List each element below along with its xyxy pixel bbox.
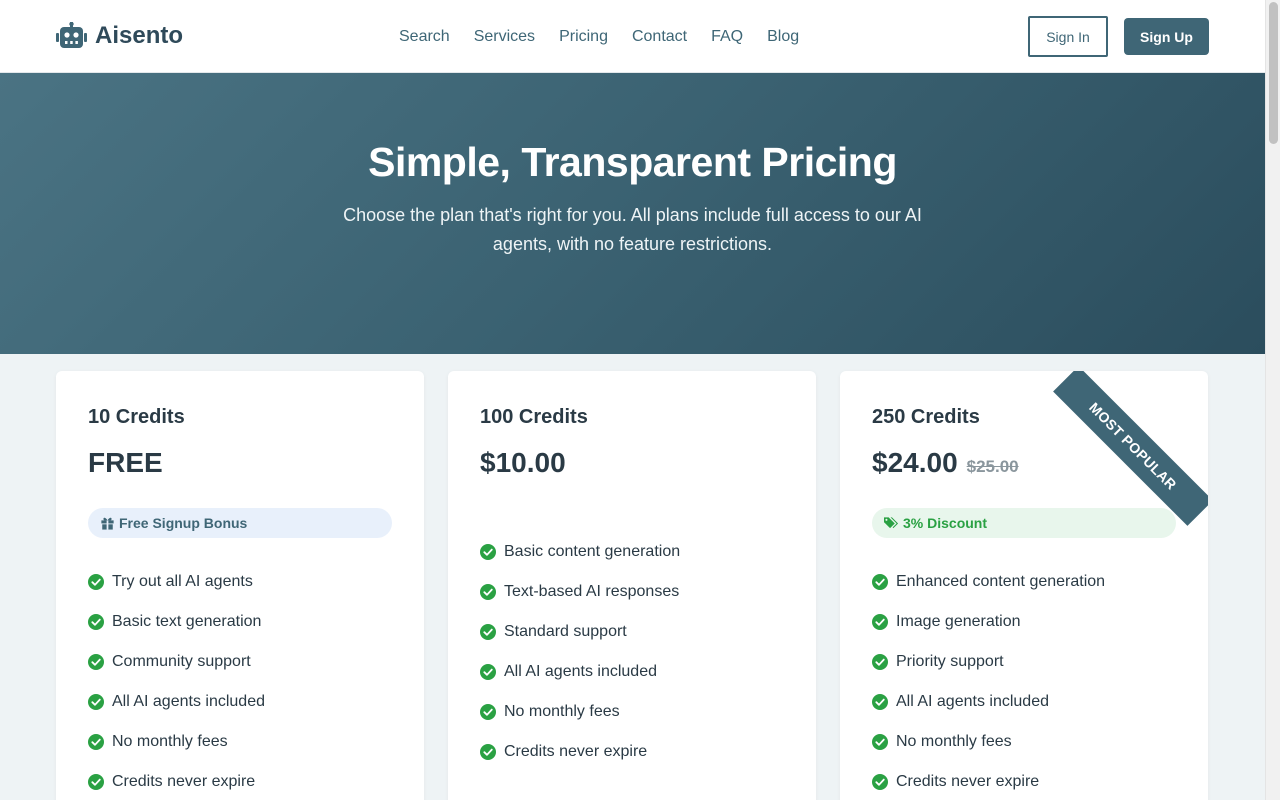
check-circle-icon <box>88 734 104 750</box>
most-popular-ribbon: MOST POPULAR <box>1053 371 1208 526</box>
plan-price: $24.00 $25.00 <box>872 447 1019 479</box>
check-circle-icon <box>88 574 104 590</box>
check-circle-icon <box>480 744 496 760</box>
nav-link-services[interactable]: Services <box>474 26 535 48</box>
feature-text: Enhanced content generation <box>896 573 1106 590</box>
feature-text: No monthly fees <box>504 703 620 720</box>
feature-text: Basic content generation <box>504 543 681 560</box>
feature-text: Basic text generation <box>112 613 262 630</box>
pricing-card-10-credits: 10 Credits FREE Free Signup Bonus Try ou… <box>56 371 424 800</box>
badge-label: Free Signup Bonus <box>119 515 248 531</box>
robot-icon <box>56 22 87 48</box>
list-item: Basic text generation <box>88 602 265 642</box>
feature-text: Standard support <box>504 623 627 640</box>
list-item: Priority support <box>872 642 1105 682</box>
feature-list: Enhanced content generation Image genera… <box>872 562 1105 800</box>
check-circle-icon <box>480 704 496 720</box>
original-price: $25.00 <box>966 457 1019 476</box>
plan-title: 100 Credits <box>480 406 588 428</box>
price-value: $24.00 <box>872 447 958 478</box>
check-circle-icon <box>88 774 104 790</box>
list-item: Credits never expire <box>88 762 265 800</box>
check-circle-icon <box>872 774 888 790</box>
list-item: Try out all AI agents <box>88 562 265 602</box>
plan-price: FREE <box>88 447 163 479</box>
list-item: Basic content generation <box>480 532 680 572</box>
feature-text: Credits never expire <box>112 773 256 790</box>
pricing-card-250-credits: MOST POPULAR 250 Credits $24.00 $25.00 3… <box>840 371 1208 800</box>
nav-link-contact[interactable]: Contact <box>632 26 687 48</box>
list-item: No monthly fees <box>480 692 680 732</box>
price-value: FREE <box>88 447 163 478</box>
list-item: All AI agents included <box>88 682 265 722</box>
check-circle-icon <box>88 614 104 630</box>
badge-label: 3% Discount <box>903 515 988 531</box>
brand-name: Aisento <box>95 22 184 49</box>
feature-text: All AI agents included <box>896 693 1049 710</box>
plan-price: $10.00 <box>480 447 566 479</box>
feature-text: Try out all AI agents <box>112 573 253 590</box>
feature-text: All AI agents included <box>112 693 265 710</box>
sign-in-button[interactable]: Sign In <box>1028 16 1108 57</box>
list-item: Credits never expire <box>480 732 680 772</box>
feature-text: Text-based AI responses <box>504 583 680 600</box>
list-item: All AI agents included <box>872 682 1105 722</box>
discount-badge: 3% Discount <box>872 508 1176 538</box>
check-circle-icon <box>480 664 496 680</box>
feature-list: Try out all AI agents Basic text generat… <box>88 562 265 800</box>
nav-link-faq[interactable]: FAQ <box>711 26 743 48</box>
nav-link-blog[interactable]: Blog <box>767 26 799 48</box>
signup-bonus-badge: Free Signup Bonus <box>88 508 392 538</box>
list-item: Enhanced content generation <box>872 562 1105 602</box>
feature-text: Community support <box>112 653 251 670</box>
nav-link-pricing[interactable]: Pricing <box>559 26 608 48</box>
check-circle-icon <box>872 694 888 710</box>
check-circle-icon <box>88 654 104 670</box>
sign-up-button[interactable]: Sign Up <box>1124 18 1209 55</box>
hero-section: Simple, Transparent Pricing Choose the p… <box>0 73 1265 354</box>
list-item: Standard support <box>480 612 680 652</box>
gift-icon <box>101 517 114 530</box>
check-circle-icon <box>88 694 104 710</box>
nav-link-search[interactable]: Search <box>399 26 450 48</box>
feature-list: Basic content generation Text-based AI r… <box>480 532 680 772</box>
feature-text: Priority support <box>896 653 1004 670</box>
main-nav: Search Services Pricing Contact FAQ Blog <box>399 26 823 48</box>
list-item: No monthly fees <box>872 722 1105 762</box>
price-value: $10.00 <box>480 447 566 478</box>
feature-text: Credits never expire <box>896 773 1040 790</box>
feature-text: Image generation <box>896 613 1021 630</box>
feature-text: No monthly fees <box>896 733 1012 750</box>
list-item: No monthly fees <box>88 722 265 762</box>
check-circle-icon <box>872 614 888 630</box>
check-circle-icon <box>872 734 888 750</box>
brand-logo[interactable]: Aisento <box>56 22 183 50</box>
check-circle-icon <box>480 544 496 560</box>
list-item: Image generation <box>872 602 1105 642</box>
tags-icon <box>884 517 899 529</box>
feature-text: No monthly fees <box>112 733 228 750</box>
check-circle-icon <box>480 624 496 640</box>
list-item: Credits never expire <box>872 762 1105 800</box>
list-item: Text-based AI responses <box>480 572 680 612</box>
site-header: Aisento Search Services Pricing Contact … <box>0 0 1265 73</box>
list-item: Community support <box>88 642 265 682</box>
pricing-card-100-credits: 100 Credits $10.00 Basic content generat… <box>448 371 816 800</box>
plan-title: 250 Credits <box>872 406 980 428</box>
plan-title: 10 Credits <box>88 406 185 428</box>
check-circle-icon <box>872 574 888 590</box>
check-circle-icon <box>480 584 496 600</box>
vertical-scrollbar[interactable] <box>1265 0 1280 800</box>
hero-subtitle: Choose the plan that's right for you. Al… <box>343 205 922 254</box>
feature-text: Credits never expire <box>504 743 648 760</box>
feature-text: All AI agents included <box>504 663 657 680</box>
check-circle-icon <box>872 654 888 670</box>
scrollbar-thumb[interactable] <box>1269 2 1278 144</box>
list-item: All AI agents included <box>480 652 680 692</box>
page-title: Simple, Transparent Pricing <box>368 139 897 185</box>
